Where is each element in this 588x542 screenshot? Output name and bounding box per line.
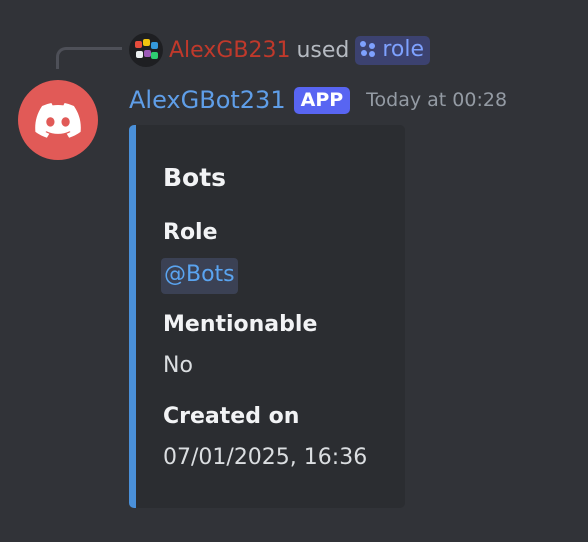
embed-field-name-role: Role [163, 220, 218, 245]
invoker-username[interactable]: AlexGB231 [169, 38, 290, 63]
message-embed: Bots Role @Bots Mentionable No Created o… [129, 125, 405, 508]
embed-title: Bots [163, 163, 227, 192]
chat-message: AlexGB231 used role AlexGBot231 APP Toda… [0, 0, 588, 542]
invoker-avatar[interactable] [129, 33, 163, 67]
slash-command-pill[interactable]: role [355, 35, 431, 65]
embed-field-value-created-on: 07/01/2025, 16:36 [163, 445, 368, 470]
message-timestamp[interactable]: Today at 00:28 [366, 89, 507, 111]
embed-field-value-mentionable: No [163, 353, 193, 378]
author-username[interactable]: AlexGBot231 [129, 86, 286, 114]
message-header: AlexGBot231 APP Today at 00:28 [129, 82, 507, 118]
discord-logo-icon [35, 102, 81, 138]
interaction-reply[interactable]: AlexGB231 used role [129, 32, 431, 68]
role-mention[interactable]: @Bots [161, 258, 238, 294]
reply-spine [56, 47, 122, 69]
app-badge: APP [293, 86, 351, 114]
embed-field-name-mentionable: Mentionable [163, 312, 318, 337]
slash-command-icon [360, 41, 376, 57]
command-name: role [382, 36, 425, 62]
author-avatar[interactable] [18, 80, 98, 160]
embed-field-name-created-on: Created on [163, 404, 300, 429]
used-label: used [296, 37, 350, 63]
